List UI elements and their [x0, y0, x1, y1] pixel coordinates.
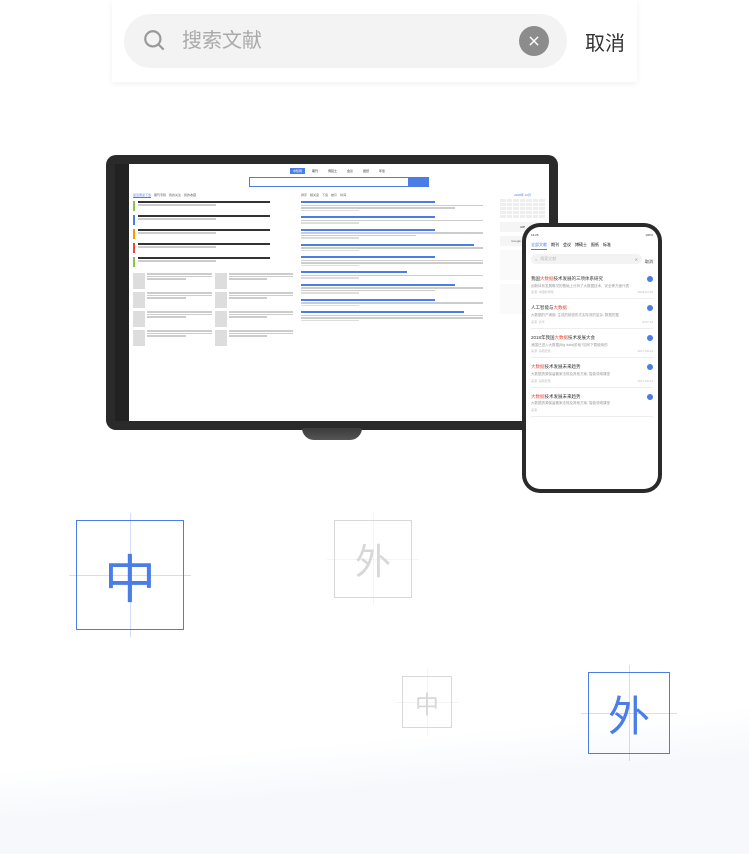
desktop-search: [133, 177, 545, 187]
mobile-result-item: 人工智能与大数据大数据的产涌使, 生成的秘密形式实际效的复杂, 数据挖掘来源: …: [531, 305, 653, 328]
mobile-result-item: 2018年我国大数据技术发展大会我国已进入大数据(Big data)阶段?如何下…: [531, 335, 653, 358]
mobile-screen: 16:25100% 全部文献 期刊 会议 博硕士 报纸 标准 ⌕ 搜索文献 ✕ …: [526, 227, 658, 489]
list-item: [133, 215, 293, 225]
left-tab: 我的收藏: [184, 193, 196, 198]
mobile-tab: 期刊: [551, 242, 559, 250]
search-bar: 取消: [112, 0, 637, 82]
desktop-results: 排序相关度下载被引时间: [297, 193, 493, 346]
mobile-result-item: 大数据技术发展未来趋势大数据资源保留著家法规及其他方案, 智能领域课堂来源: 海…: [531, 364, 653, 387]
desktop-tab: 会议: [344, 168, 356, 174]
search-input[interactable]: [182, 30, 519, 53]
search-result: [301, 299, 493, 307]
search-input-pill[interactable]: [124, 14, 567, 68]
mobile-result-item: 大数据技术发展未来趋势大数据资源保留著家法规及其他方案, 智能领域课堂来源: [531, 394, 653, 417]
desktop-stand: [302, 428, 362, 440]
check-icon: [647, 335, 653, 341]
list-item: [133, 257, 293, 267]
desktop-tab: 年鉴: [376, 168, 388, 174]
clear-button[interactable]: [519, 26, 549, 56]
search-result: [301, 311, 493, 321]
list-item: [133, 201, 293, 211]
desktop-tabs: 中知网 期刊 博硕士 会议 报纸 年鉴: [133, 168, 545, 174]
tile-chinese-1[interactable]: 中: [76, 520, 184, 630]
desktop-tab: 期刊: [309, 168, 321, 174]
desktop-screen: 中知网 期刊 博硕士 会议 报纸 年鉴 最近阅读下载 期刊专辑 我的关注 我的收…: [115, 164, 549, 421]
search-icon: [142, 28, 168, 54]
desktop-sidebar: [115, 164, 129, 421]
search-result: [301, 271, 493, 279]
left-tab: 最近阅读下载: [133, 193, 151, 198]
desktop-thumbnails: [133, 273, 293, 346]
mobile-tab: 博硕士: [575, 242, 587, 250]
mobile-status-bar: 16:25100%: [531, 233, 653, 238]
search-result: [301, 284, 493, 294]
cancel-button[interactable]: 取消: [585, 27, 625, 56]
mobile-results: 我国大数据技术发展的三项体系研究创新体系发展概况的基础上分析了大数据技术、安全等…: [531, 276, 653, 417]
search-result: [301, 201, 493, 211]
calendar-grid: [500, 199, 545, 218]
left-tab: 我的关注: [169, 193, 181, 198]
desktop-tab-active: 中知网: [290, 168, 305, 174]
list-item: [133, 229, 293, 239]
desktop-tab: 博硕士: [325, 168, 340, 174]
left-tab: 期刊专辑: [154, 193, 166, 198]
desktop-left-panel: 最近阅读下载 期刊专辑 我的关注 我的收藏: [133, 193, 293, 346]
mobile-search: ⌕ 搜索文献 ✕: [531, 254, 642, 264]
mobile-cancel: 取消: [645, 259, 653, 265]
search-result: [301, 216, 493, 224]
close-icon: [527, 34, 541, 48]
mobile-tab: 报纸: [591, 242, 599, 250]
search-result: [301, 229, 493, 239]
check-icon: [647, 276, 653, 282]
mobile-tab: 标准: [603, 242, 611, 250]
search-result: [301, 244, 493, 252]
mobile-tabs: 全部文献 期刊 会议 博硕士 报纸 标准: [531, 242, 653, 250]
list-item: [133, 243, 293, 253]
desktop-tab: 报纸: [360, 168, 372, 174]
calendar-header: 2018年 12月: [500, 193, 545, 197]
desktop-mockup: 中知网 期刊 博硕士 会议 报纸 年鉴 最近阅读下载 期刊专辑 我的关注 我的收…: [106, 155, 558, 430]
tile-foreign-2[interactable]: 外: [588, 672, 670, 754]
tile-foreign-1[interactable]: 外: [334, 520, 412, 598]
mobile-tab: 会议: [563, 242, 571, 250]
check-icon: [647, 394, 653, 400]
search-result: [301, 256, 493, 266]
mobile-mockup: 16:25100% 全部文献 期刊 会议 博硕士 报纸 标准 ⌕ 搜索文献 ✕ …: [522, 223, 662, 493]
tile-chinese-2[interactable]: 中: [402, 676, 452, 728]
desktop-main: 中知网 期刊 博硕士 会议 报纸 年鉴 最近阅读下载 期刊专辑 我的关注 我的收…: [129, 164, 549, 421]
mobile-tab: 全部文献: [531, 242, 547, 250]
mobile-result-item: 我国大数据技术发展的三项体系研究创新体系发展概况的基础上分析了大数据技术、安全等…: [531, 276, 653, 299]
